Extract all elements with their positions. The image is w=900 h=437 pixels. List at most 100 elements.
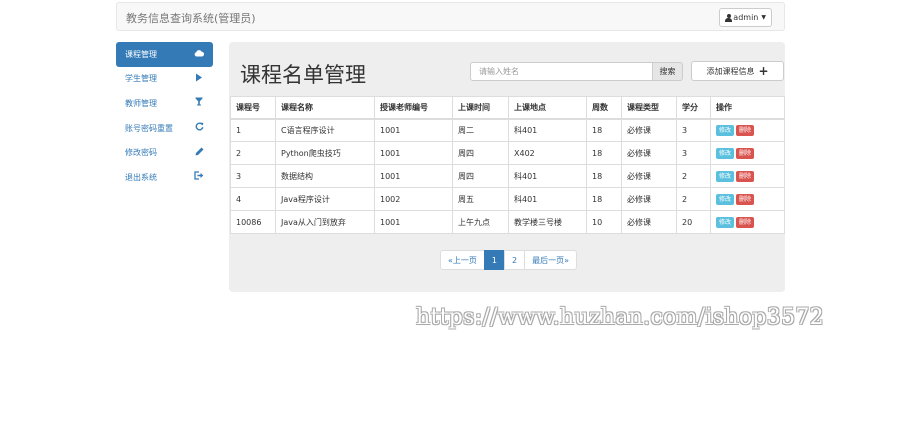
cell-actions: 修改 删除	[710, 187, 785, 211]
cell-time: 周四	[452, 164, 509, 188]
cell-location: 科401	[508, 118, 587, 142]
cell-teacher-id: 1001	[374, 210, 453, 234]
pagination: «上一页 1 2 最后一页»	[440, 250, 577, 270]
cell-course-id: 10086	[230, 210, 276, 234]
cell-course-id: 4	[230, 187, 276, 211]
cell-course-name: Java从入门到放弃	[275, 210, 375, 234]
cell-actions: 修改 删除	[710, 164, 785, 188]
page-last-link[interactable]: 最后一页»	[524, 250, 577, 270]
cell-course-id: 3	[230, 164, 276, 188]
cell-credits: 2	[676, 187, 711, 211]
delete-button[interactable]: 删除	[736, 193, 755, 205]
header-location: 上课地点	[508, 96, 587, 120]
cell-time: 周四	[452, 141, 509, 165]
cell-credits: 20	[676, 210, 711, 234]
cell-credits: 2	[676, 164, 711, 188]
cell-time: 上午九点	[452, 210, 509, 234]
cell-weeks: 18	[586, 141, 622, 165]
top-navbar: 教务信息查询系统(管理员) admin ▼	[116, 2, 785, 31]
cell-actions: 修改 删除	[710, 118, 785, 142]
edit-button[interactable]: 修改	[716, 193, 735, 205]
main-panel: 课程名单管理 搜索 添加课程信息 + 课程号 课程名称 授课老师编号 上课时间 …	[229, 42, 785, 292]
page-link-2[interactable]: 2	[504, 250, 526, 270]
delete-button[interactable]: 删除	[736, 147, 755, 159]
table-header-row: 课程号 课程名称 授课老师编号 上课时间 上课地点 周数 课程类型 学分 操作	[230, 96, 785, 120]
table-row: 1 C语言程序设计 1001 周二 科401 18 必修课 3 修改 删除	[230, 118, 785, 142]
play-icon	[194, 73, 204, 85]
sidebar-item-teacher[interactable]: 教师管理	[116, 91, 213, 116]
search-input[interactable]	[470, 62, 653, 81]
cell-type: 必修课	[621, 187, 677, 211]
cell-teacher-id: 1001	[374, 164, 453, 188]
sidebar-item-change-password[interactable]: 修改密码	[116, 140, 213, 165]
cloud-icon	[194, 49, 205, 60]
cell-teacher-id: 1002	[374, 187, 453, 211]
cell-course-id: 1	[230, 118, 276, 142]
sidebar-item-label: 账号密码重置	[125, 123, 173, 133]
page-title: 课程名单管理	[240, 63, 366, 87]
header-weeks: 周数	[586, 96, 622, 120]
table-row: 10086 Java从入门到放弃 1001 上午九点 教学楼三号楼 10 必修课…	[230, 210, 785, 234]
edit-button[interactable]: 修改	[716, 124, 735, 136]
cell-type: 必修课	[621, 164, 677, 188]
table-row: 3 数据结构 1001 周四 科401 18 必修课 2 修改 删除	[230, 164, 785, 188]
cell-weeks: 10	[586, 210, 622, 234]
cell-course-name: Python爬虫技巧	[275, 141, 375, 165]
header-course-id: 课程号	[230, 96, 276, 120]
cell-teacher-id: 1001	[374, 118, 453, 142]
table-row: 2 Python爬虫技巧 1001 周四 X402 18 必修课 3 修改 删除	[230, 141, 785, 165]
delete-button[interactable]: 删除	[736, 124, 755, 136]
cell-location: X402	[508, 141, 587, 165]
cell-location: 教学楼三号楼	[508, 210, 587, 234]
sidebar-item-course[interactable]: 课程管理	[116, 42, 213, 67]
sidebar-item-label: 课程管理	[125, 49, 157, 59]
sidebar-item-label: 教师管理	[125, 98, 157, 108]
edit-button[interactable]: 修改	[716, 216, 735, 228]
cell-actions: 修改 删除	[710, 210, 785, 234]
cell-weeks: 18	[586, 118, 622, 142]
sidebar-item-label: 退出系统	[125, 172, 157, 182]
user-icon	[725, 13, 733, 22]
page-link-1[interactable]: 1	[483, 250, 505, 270]
sidebar: 课程管理 学生管理 教师管理 账号密码重置 修改密码 退出系统	[116, 42, 213, 190]
user-dropdown-button[interactable]: admin ▼	[719, 8, 772, 27]
header-credits: 学分	[676, 96, 711, 120]
add-course-button[interactable]: 添加课程信息 +	[691, 61, 784, 81]
cell-location: 科401	[508, 187, 587, 211]
page-prev-link[interactable]: «上一页	[440, 250, 485, 270]
sidebar-item-logout[interactable]: 退出系统	[116, 165, 213, 190]
sidebar-item-student[interactable]: 学生管理	[116, 67, 213, 92]
plus-icon: +	[758, 64, 769, 78]
edit-button[interactable]: 修改	[716, 170, 735, 182]
cell-time: 周五	[452, 187, 509, 211]
cell-course-name: Java程序设计	[275, 187, 375, 211]
sidebar-item-label: 学生管理	[125, 74, 157, 84]
search-button[interactable]: 搜索	[652, 62, 683, 81]
cell-time: 周二	[452, 118, 509, 142]
cell-location: 科401	[508, 164, 587, 188]
course-table: 课程号 课程名称 授课老师编号 上课时间 上课地点 周数 课程类型 学分 操作 …	[230, 96, 785, 234]
pencil-icon	[194, 147, 204, 159]
add-course-label: 添加课程信息	[706, 66, 755, 76]
sidebar-item-label: 修改密码	[125, 148, 157, 158]
cell-course-name: C语言程序设计	[275, 118, 375, 142]
cell-teacher-id: 1001	[374, 141, 453, 165]
cell-course-name: 数据结构	[275, 164, 375, 188]
cell-weeks: 18	[586, 187, 622, 211]
delete-button[interactable]: 删除	[736, 216, 755, 228]
delete-button[interactable]: 删除	[736, 170, 755, 182]
refresh-icon	[194, 122, 204, 134]
sidebar-item-password-reset[interactable]: 账号密码重置	[116, 116, 213, 141]
header-teacher-id: 授课老师编号	[374, 96, 453, 120]
caret-down-icon: ▼	[761, 14, 766, 21]
user-name: admin	[733, 13, 759, 22]
header-type: 课程类型	[621, 96, 677, 120]
watermark-text: https://www.huzhan.com/ishop3572	[416, 305, 824, 330]
app-brand[interactable]: 教务信息查询系统(管理员)	[126, 10, 256, 26]
cell-weeks: 18	[586, 164, 622, 188]
header-course-name: 课程名称	[275, 96, 375, 120]
cell-type: 必修课	[621, 118, 677, 142]
cell-course-id: 2	[230, 141, 276, 165]
edit-button[interactable]: 修改	[716, 147, 735, 159]
header-actions: 操作	[710, 96, 785, 120]
